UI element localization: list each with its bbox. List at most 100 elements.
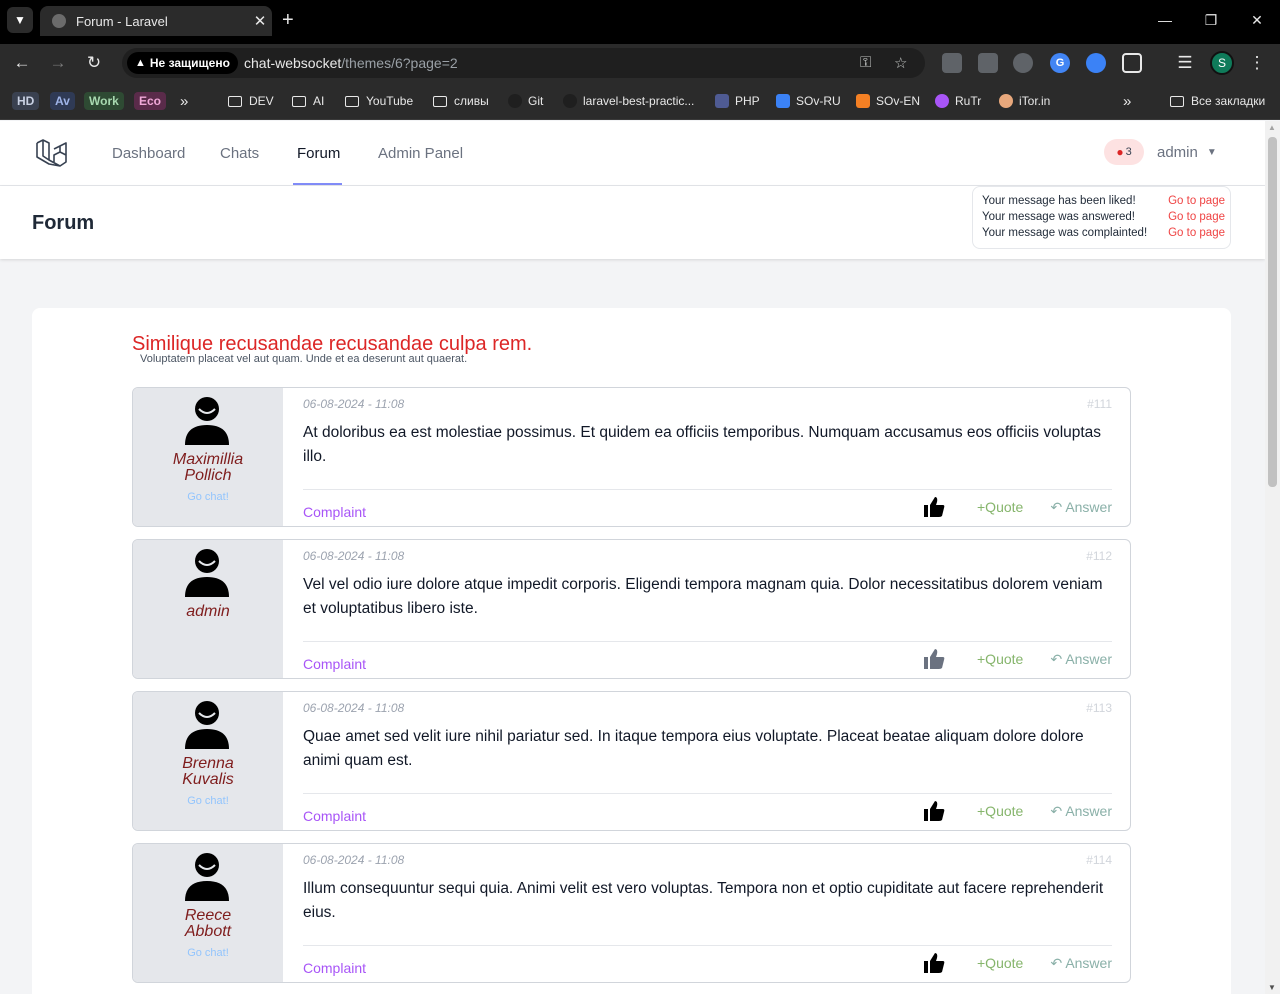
bookmark-php[interactable]: PHP (715, 91, 760, 111)
complaint-button[interactable]: Complaint (303, 808, 366, 824)
active-nav-indicator (293, 183, 342, 185)
bookmark-laravel[interactable]: laravel-best-practic... (563, 91, 694, 111)
author-name[interactable]: Maximillia Pollich (133, 452, 283, 484)
go-chat-link[interactable]: Go chat! (133, 795, 283, 807)
scrollbar-thumb[interactable] (1268, 137, 1277, 487)
translate-extension-icon[interactable]: G (1050, 53, 1070, 73)
bookmark-av[interactable]: Av (50, 91, 75, 111)
notifications-panel: Your message has been liked! Go to page … (972, 186, 1231, 249)
post-id[interactable]: #111 (1087, 397, 1112, 411)
new-tab-button[interactable]: + (282, 9, 294, 31)
go-to-page-link[interactable]: Go to page (1168, 211, 1225, 223)
close-window-button[interactable]: ✕ (1234, 0, 1280, 40)
author-name[interactable]: Brenna Kuvalis (133, 756, 283, 788)
bookmark-rutr[interactable]: RuTr (935, 91, 981, 111)
scroll-down-arrow-icon[interactable]: ▼ (1268, 983, 1276, 992)
extensions-puzzle-icon[interactable] (1122, 53, 1142, 73)
user-dropdown[interactable]: admin ▼ (1157, 144, 1217, 161)
bookmark-hd[interactable]: HD (12, 91, 40, 111)
go-to-page-link[interactable]: Go to page (1168, 195, 1225, 207)
robot-extension-icon[interactable] (942, 53, 962, 73)
reload-icon[interactable]: ↻ (83, 52, 105, 74)
author-name[interactable]: admin (133, 604, 283, 620)
bookmark-git[interactable]: Git (508, 91, 543, 111)
qr-extension-icon[interactable] (978, 53, 998, 73)
notification-text: Your message has been liked! (982, 195, 1136, 207)
bookmarks-overflow-icon[interactable]: » (1123, 91, 1131, 111)
answer-button[interactable]: ↶ Answer (1050, 803, 1112, 820)
minimize-button[interactable]: — (1142, 0, 1188, 40)
bookmark-folder-youtube[interactable]: YouTube (345, 91, 413, 111)
complaint-button[interactable]: Complaint (303, 504, 366, 520)
bookmark-folder-dev[interactable]: DEV (228, 91, 274, 111)
close-tab-icon[interactable]: ✕ (248, 12, 272, 30)
complaint-button[interactable]: Complaint (303, 960, 366, 976)
bookmark-sov-ru[interactable]: SOv-RU (776, 91, 841, 111)
browser-menu-icon[interactable]: ⋮ (1246, 52, 1268, 74)
vpn-extension-icon[interactable] (1086, 53, 1106, 73)
answer-button[interactable]: ↶ Answer (1050, 499, 1112, 516)
user-avatar-icon[interactable] (183, 699, 231, 749)
go-to-page-link[interactable]: Go to page (1168, 227, 1225, 239)
bookmark-av-label: Av (50, 92, 75, 110)
post-body: 06-08-2024 - 11:08 #114 Illum consequunt… (303, 844, 1112, 982)
url-text[interactable]: chat-websocket/themes/6?page=2 (244, 55, 458, 71)
address-bar[interactable]: ▲ Не защищено chat-websocket/themes/6?pa… (122, 48, 925, 78)
thumbs-up-icon[interactable] (922, 647, 946, 671)
laravel-logo-icon[interactable] (34, 136, 68, 170)
nav-chats[interactable]: Chats (220, 145, 259, 162)
quote-button[interactable]: +Quote (977, 955, 1023, 971)
nav-admin-panel[interactable]: Admin Panel (378, 145, 463, 162)
answer-button[interactable]: ↶ Answer (1050, 651, 1112, 668)
page-viewport: Dashboard Chats Forum Admin Panel ● 3 ad… (0, 121, 1265, 994)
nav-dashboard[interactable]: Dashboard (112, 145, 185, 162)
post-body: 06-08-2024 - 11:08 #111 At doloribus ea … (303, 388, 1112, 526)
author-first-name: Maximillia (172, 451, 244, 468)
forum-post: admin 06-08-2024 - 11:08 #112 Vel vel od… (132, 539, 1131, 679)
user-avatar-icon[interactable] (183, 547, 231, 597)
key-icon[interactable]: ⚿ (860, 54, 871, 71)
security-chip[interactable]: ▲ Не защищено (127, 52, 238, 74)
author-name[interactable]: Reece Abbott (133, 908, 283, 940)
star-icon[interactable]: ☆ (894, 54, 907, 72)
thumbs-up-icon[interactable] (922, 951, 946, 975)
tab-search-button[interactable]: ▼ (7, 7, 33, 33)
bookmark-sov-en[interactable]: SOv-EN (856, 91, 920, 111)
scroll-up-arrow-icon[interactable]: ▲ (1268, 123, 1276, 132)
back-icon[interactable]: ← (11, 52, 33, 74)
nav-forum[interactable]: Forum (297, 145, 340, 162)
go-chat-link[interactable]: Go chat! (133, 947, 283, 959)
go-chat-link[interactable]: Go chat! (133, 491, 283, 503)
thumbs-up-icon[interactable] (922, 799, 946, 823)
bookmark-folder-ai[interactable]: AI (292, 91, 324, 111)
post-id[interactable]: #112 (1086, 549, 1112, 563)
bookmark-itor[interactable]: iTor.in (999, 91, 1050, 111)
user-name: admin (1157, 144, 1198, 161)
quote-button[interactable]: +Quote (977, 651, 1023, 667)
answer-button[interactable]: ↶ Answer (1050, 955, 1112, 972)
restore-button[interactable]: ❐ (1188, 0, 1234, 40)
post-id[interactable]: #114 (1086, 853, 1112, 867)
profile-avatar[interactable]: S (1210, 51, 1234, 75)
forum-theme-card: Similique recusandae recusandae culpa re… (32, 308, 1231, 994)
user-avatar-icon[interactable] (183, 395, 231, 445)
page-scrollbar[interactable]: ▲ ▼ (1265, 121, 1280, 994)
bookmark-folder-slivy[interactable]: сливы (433, 91, 489, 111)
user-avatar-icon[interactable] (183, 851, 231, 901)
browser-tab[interactable]: Forum - Laravel ✕ (40, 6, 272, 36)
bookmark-eco[interactable]: Eco (134, 91, 167, 111)
quote-button[interactable]: +Quote (977, 803, 1023, 819)
notifications-badge[interactable]: ● 3 (1104, 139, 1144, 165)
thumbs-up-icon[interactable] (922, 495, 946, 519)
bookmark-work[interactable]: Work (84, 91, 124, 111)
bookmarks-overflow-icon[interactable]: » (180, 91, 188, 111)
theme-subtitle: Voluptatem placeat vel aut quam. Unde et… (140, 353, 468, 365)
quote-button[interactable]: +Quote (977, 499, 1023, 515)
bookmark-all-folder[interactable]: Все закладки (1170, 91, 1265, 111)
wolf-extension-icon[interactable] (1013, 53, 1033, 73)
bookmark-itor-label: iTor.in (1019, 94, 1051, 108)
complaint-button[interactable]: Complaint (303, 656, 366, 672)
post-id[interactable]: #113 (1086, 701, 1112, 715)
media-control-icon[interactable]: ☰ (1174, 52, 1196, 74)
forward-icon[interactable]: → (47, 52, 69, 74)
